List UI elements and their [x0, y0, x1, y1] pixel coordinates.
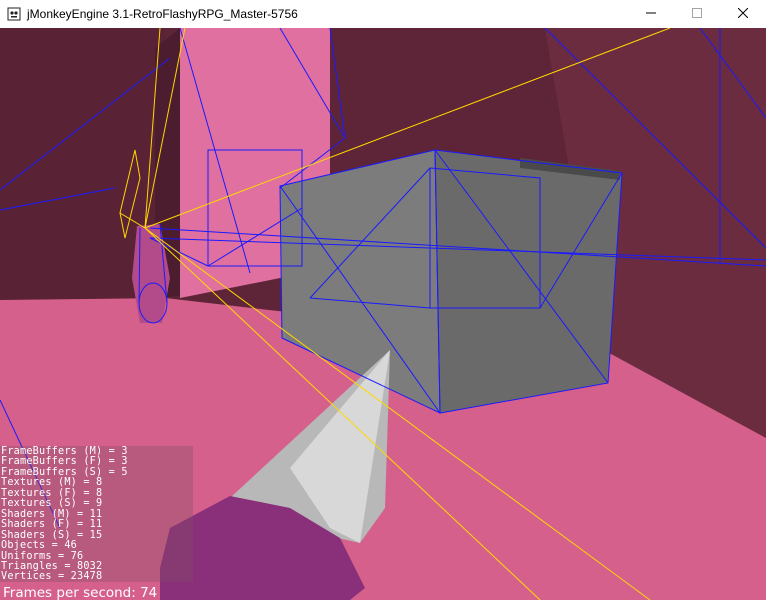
minimize-icon [646, 5, 656, 23]
render-viewport[interactable]: FrameBuffers (M) = 3 FrameBuffers (F) = 3… [0, 28, 766, 600]
close-icon [737, 5, 749, 23]
jmonkey-app-icon [7, 7, 21, 21]
app-window: jMonkeyEngine 3.1-RetroFlashyRPG_Master-… [0, 0, 766, 600]
maximize-icon [692, 5, 702, 23]
stats-line: Vertices = 23478 [1, 571, 103, 583]
stats-readout: FrameBuffers (M) = 3 FrameBuffers (F) = 3… [1, 446, 128, 583]
crate-side [435, 150, 622, 413]
fps-counter: Frames per second: 74 [3, 585, 158, 600]
window-controls [628, 0, 766, 28]
minimize-button[interactable] [628, 0, 674, 28]
close-button[interactable] [720, 0, 766, 28]
maximize-button[interactable] [674, 0, 720, 28]
title-bar[interactable]: jMonkeyEngine 3.1-RetroFlashyRPG_Master-… [0, 0, 766, 28]
stats-line: Objects = 46 [1, 540, 78, 552]
window-title: jMonkeyEngine 3.1-RetroFlashyRPG_Master-… [27, 7, 298, 21]
